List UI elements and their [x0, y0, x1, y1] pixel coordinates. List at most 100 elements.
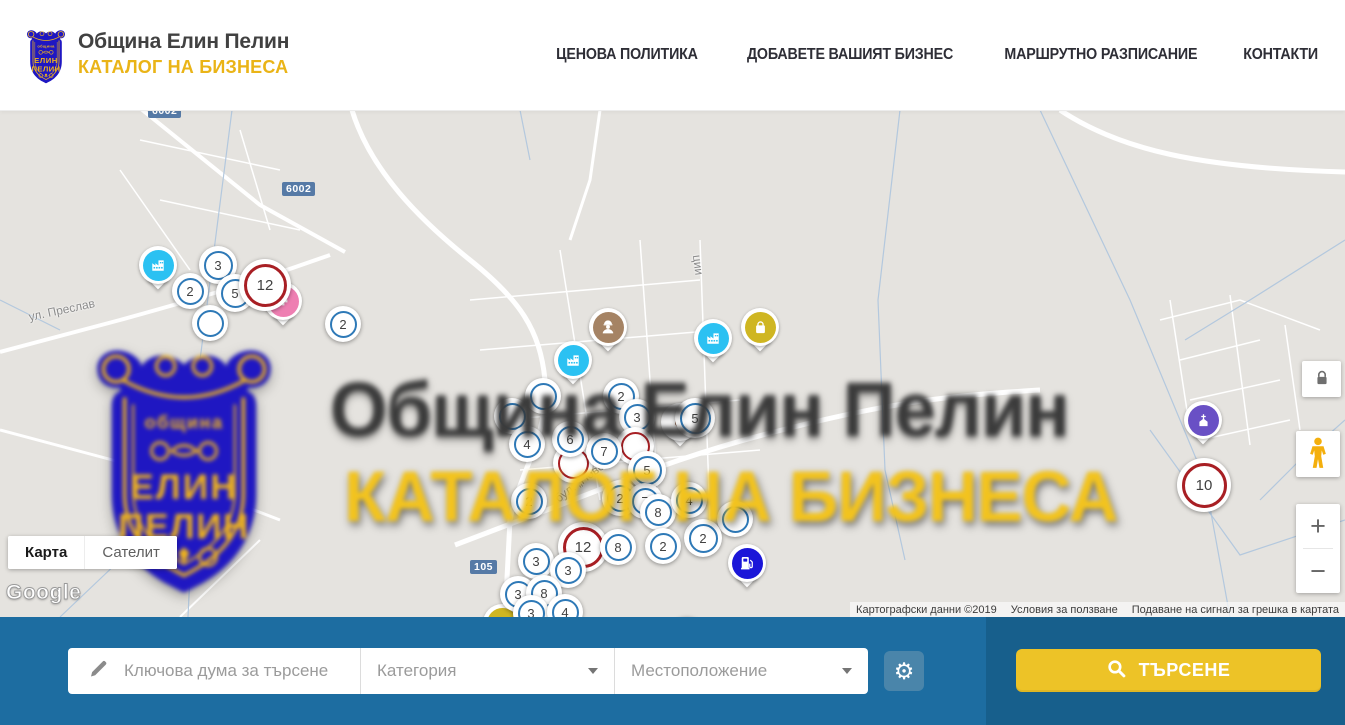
pin-head — [694, 319, 732, 357]
map-type-control: Карта Сателит — [8, 536, 177, 569]
pin-head — [139, 246, 177, 284]
cluster-count: 2 — [525, 494, 532, 509]
cluster-count: 4 — [561, 605, 568, 618]
header: Община Елин Пелин КАТАЛОГ НА БИЗНЕСА ЦЕН… — [0, 0, 1345, 111]
category-select[interactable]: Категория — [361, 648, 614, 694]
nav-contacts[interactable]: КОНТАКТИ — [1243, 46, 1318, 64]
fuel-pin-marker[interactable] — [728, 544, 766, 582]
search-button-label: ТЪРСЕНЕ — [1139, 660, 1231, 681]
cluster-marker[interactable]: 2 — [645, 528, 681, 564]
search-button[interactable]: ТЪРСЕНЕ — [1016, 649, 1321, 692]
cluster-marker[interactable]: 7 — [586, 433, 622, 469]
site-title: Община Елин Пелин — [78, 30, 289, 54]
factory-icon — [698, 323, 729, 354]
google-logo[interactable]: Google — [6, 581, 81, 605]
cluster-marker[interactable]: 2 — [172, 273, 208, 309]
cluster-marker[interactable]: 8 — [600, 529, 636, 565]
cluster-count: 5 — [691, 411, 698, 426]
factory-icon — [558, 345, 589, 376]
map-type-map-button[interactable]: Карта — [8, 536, 84, 569]
chevron-down-icon — [588, 668, 598, 674]
factory-pin-marker[interactable] — [694, 319, 732, 357]
pin-head — [1184, 401, 1222, 439]
nav-route-schedule[interactable]: МАРШРУТНО РАЗПИСАНИЕ — [1004, 46, 1197, 64]
cluster-count: 12 — [257, 277, 274, 294]
map-attribution: Картографски данни ©2019 Условия за полз… — [850, 602, 1345, 617]
cluster-count: 6 — [566, 432, 573, 447]
cluster-marker[interactable]: 2 — [325, 306, 361, 342]
chevron-down-icon — [842, 668, 852, 674]
attribution-report-link[interactable]: Подаване на сигнал за грешка в картата — [1132, 604, 1339, 616]
keyword-segment — [68, 648, 360, 694]
cluster-count: 2 — [186, 284, 193, 299]
cluster-marker[interactable]: 4 — [671, 482, 707, 518]
pin-head — [589, 308, 627, 346]
gear-icon: ⚙ — [894, 658, 915, 685]
factory-pin-marker[interactable] — [554, 341, 592, 379]
site-subtitle: КАТАЛОГ НА БИЗНЕСА — [78, 57, 289, 78]
cluster-count: 3 — [633, 410, 640, 425]
cluster-count: 2 — [616, 491, 623, 506]
cluster-marker[interactable]: 4 — [547, 594, 583, 617]
pin-head — [728, 544, 766, 582]
cluster-count: 7 — [600, 444, 607, 459]
cluster-marker[interactable] — [192, 305, 228, 341]
cluster-marker[interactable]: 6 — [552, 421, 588, 457]
location-select[interactable]: Местоположение — [615, 648, 868, 694]
search-bar: Категория Местоположение ⚙ ТЪРСЕНЕ — [0, 617, 1345, 725]
search-pill: Категория Местоположение — [68, 648, 868, 694]
category-select-label: Категория — [377, 661, 588, 681]
cluster-count: 2 — [659, 539, 666, 554]
cluster-marker[interactable]: 10 — [1177, 458, 1231, 512]
search-icon — [1107, 659, 1126, 683]
nav-add-business[interactable]: ДОБАВЕТЕ ВАШИЯТ БИЗНЕС — [747, 46, 953, 64]
pegman-button[interactable] — [1296, 431, 1340, 477]
pencil-icon — [88, 659, 108, 684]
location-select-label: Местоположение — [631, 661, 842, 681]
cluster-count: 3 — [532, 554, 539, 569]
cluster-marker[interactable]: 4 — [509, 426, 545, 462]
cluster-count: 4 — [523, 437, 530, 452]
pin-head — [741, 308, 779, 346]
fuel-icon — [732, 548, 763, 579]
municipality-logo[interactable] — [22, 25, 70, 87]
zoom-in-button[interactable]: + — [1296, 504, 1340, 548]
cluster-marker[interactable]: 2 — [511, 483, 547, 519]
cluster-count: 5 — [643, 463, 650, 478]
cluster-marker[interactable]: 3 — [518, 543, 554, 579]
church-pin-marker[interactable] — [1184, 401, 1222, 439]
cluster-count: 2 — [339, 317, 346, 332]
keyword-search-input[interactable] — [122, 660, 360, 682]
factory-icon — [143, 250, 174, 281]
church-icon — [1188, 405, 1219, 436]
zoom-control: + − — [1296, 504, 1340, 593]
cluster-count: 3 — [527, 606, 534, 618]
attribution-data: Картографски данни ©2019 — [856, 604, 997, 616]
worker-pin-marker[interactable] — [589, 308, 627, 346]
nav-pricing[interactable]: ЦЕНОВА ПОЛИТИКА — [556, 46, 698, 64]
main-nav: ЦЕНОВА ПОЛИТИКА ДОБАВЕТЕ ВАШИЯТ БИЗНЕС М… — [550, 0, 1321, 110]
bag-icon — [745, 312, 776, 343]
cluster-count: 10 — [1196, 477, 1213, 494]
advanced-settings-button[interactable]: ⚙ — [884, 651, 924, 691]
cluster-count: 8 — [614, 540, 621, 555]
markers-layer: 23512223546752278412822333834510 — [0, 110, 1345, 617]
zoom-out-button[interactable]: − — [1296, 549, 1340, 593]
site-title-block: Община Елин Пелин КАТАЛОГ НА БИЗНЕСА — [78, 30, 289, 78]
cluster-count: 3 — [564, 563, 571, 578]
map-type-satellite-button[interactable]: Сателит — [84, 536, 177, 569]
cluster-count: 2 — [699, 531, 706, 546]
lock-button[interactable] — [1302, 361, 1341, 397]
map-canvas[interactable]: 60021056002 ул. Преславбул. „Новосел“ции — [0, 110, 1345, 617]
cluster-marker[interactable]: 5 — [675, 398, 715, 438]
factory-pin-marker[interactable] — [139, 246, 177, 284]
attribution-terms-link[interactable]: Условия за ползване — [1011, 604, 1118, 616]
pegman-icon — [1306, 437, 1330, 472]
worker-icon — [593, 312, 624, 343]
cluster-marker[interactable]: 12 — [239, 259, 291, 311]
cluster-count: 2 — [617, 389, 624, 404]
bag-pin-marker[interactable] — [741, 308, 779, 346]
cluster-marker[interactable] — [717, 501, 753, 537]
cluster-marker[interactable]: 2 — [684, 519, 722, 557]
cluster-marker[interactable] — [525, 378, 561, 414]
